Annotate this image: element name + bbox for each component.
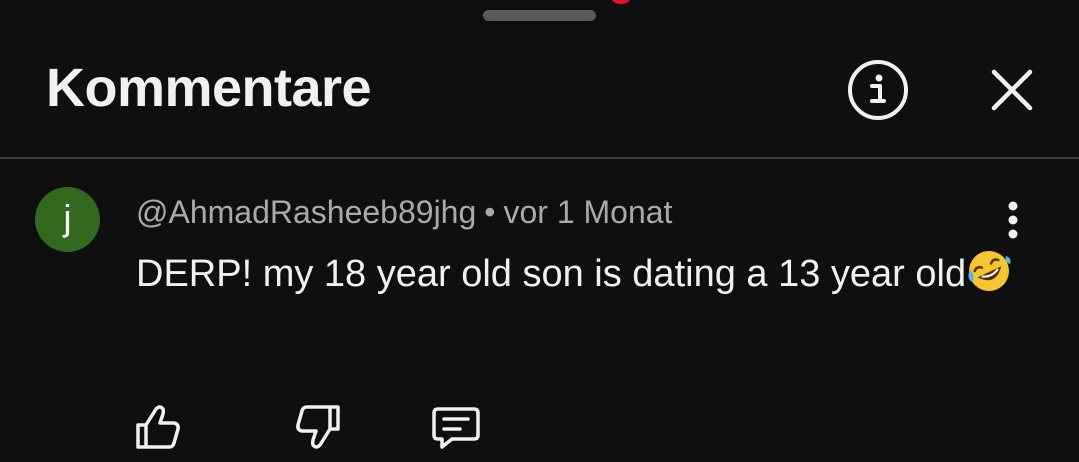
like-button[interactable] [132, 401, 184, 453]
thumbs-down-icon [296, 405, 340, 449]
comments-sheet: Kommentare j @AhmadRasheeb89jhg • vor 1 Mo… [0, 0, 1079, 462]
more-vertical-icon [1008, 201, 1018, 239]
info-button[interactable] [846, 58, 910, 122]
close-button[interactable] [984, 62, 1040, 118]
comment-body: DERP! my 18 year old son is dating a 13 … [136, 248, 1016, 300]
dislike-button[interactable] [292, 401, 344, 453]
comment-text: DERP! my 18 year old son is dating a 13 … [136, 253, 967, 295]
thumbs-up-icon [136, 405, 180, 449]
header-divider [0, 157, 1079, 159]
sheet-title: Kommentare [46, 58, 372, 118]
comment-timestamp: vor 1 Monat [503, 194, 673, 230]
meta-separator: • [484, 194, 496, 230]
comment-meta: @AhmadRasheeb89jhg • vor 1 Monat [136, 192, 672, 232]
close-icon [991, 69, 1033, 111]
reply-comment-icon [432, 407, 480, 449]
avatar[interactable]: j [35, 187, 100, 252]
more-options-button[interactable] [996, 196, 1030, 244]
reply-button[interactable] [430, 401, 482, 453]
notification-dot [612, 0, 630, 4]
info-circle-icon [848, 60, 908, 120]
rolling-on-the-floor-laughing-emoji [966, 248, 1012, 294]
drag-handle[interactable] [483, 10, 596, 21]
author-handle[interactable]: @AhmadRasheeb89jhg [136, 194, 476, 230]
